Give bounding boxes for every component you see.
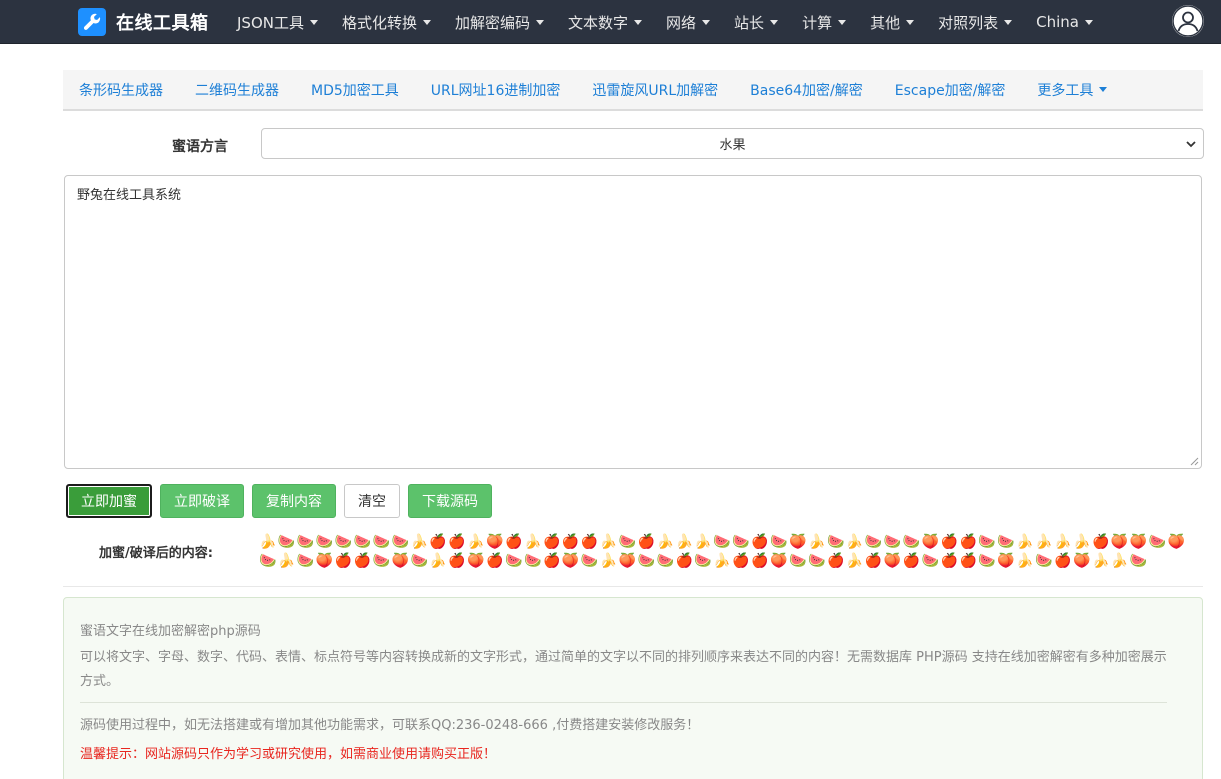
brand[interactable]: 在线工具箱	[78, 7, 209, 37]
nav-reference-list[interactable]: 对照列表	[926, 0, 1024, 44]
result-content: 🍌🍉🍉🍉🍉🍉🍉🍉🍌🍎🍎🍌🍑🍎🍌🍎🍎🍎🍌🍉🍎🍌🍌🍌🍉🍉🍎🍉🍑🍌🍉🍌🍉🍉🍉🍑🍎🍎🍉🍉…	[259, 534, 1187, 569]
nav-label: JSON工具	[237, 13, 304, 32]
chevron-down-icon	[1186, 141, 1196, 148]
decrypt-button[interactable]: 立即破译	[160, 484, 244, 518]
nav-json-tools[interactable]: JSON工具	[225, 0, 330, 44]
dialect-label: 蜜语方言	[172, 139, 228, 155]
encrypt-button[interactable]: 立即加蜜	[66, 484, 152, 518]
user-avatar-icon[interactable]	[1172, 5, 1204, 37]
nav-label: 其他	[870, 13, 901, 32]
caret-down-icon	[634, 19, 643, 25]
nav-language-china[interactable]: China	[1024, 0, 1105, 44]
subnav-qrcode-generator[interactable]: 二维码生成器	[179, 69, 295, 110]
info-divider	[80, 702, 1167, 703]
copy-button[interactable]: 复制内容	[252, 484, 336, 518]
caret-down-icon	[770, 19, 779, 25]
nav-calculate[interactable]: 计算	[790, 0, 858, 44]
info-title: 蜜语文字在线加密解密php源码	[80, 624, 261, 639]
dialect-selected-value: 水果	[719, 138, 746, 153]
input-text: 野兔在线工具系统	[77, 188, 182, 203]
divider	[63, 586, 1203, 587]
caret-down-icon	[536, 19, 545, 25]
main-nav: JSON工具 格式化转换 加解密编码 文本数字 网络 站长 计算 其他 对照列表…	[225, 0, 1105, 44]
dialect-select[interactable]: 水果	[261, 128, 1204, 159]
brand-title: 在线工具箱	[116, 13, 209, 34]
subnav-thunder-url[interactable]: 迅雷旋风URL加解密	[576, 69, 734, 110]
subnav-url-hex-encrypt[interactable]: URL网址16进制加密	[415, 69, 577, 110]
caret-down-icon	[1004, 19, 1013, 25]
subnav-more-tools[interactable]: 更多工具	[1021, 69, 1123, 110]
nav-label: 计算	[802, 13, 833, 32]
nav-label: 网络	[666, 13, 697, 32]
nav-network[interactable]: 网络	[654, 0, 722, 44]
action-buttons: 立即加蜜 立即破译 复制内容 清空 下载源码	[66, 484, 500, 518]
nav-text-number[interactable]: 文本数字	[556, 0, 654, 44]
nav-other[interactable]: 其他	[858, 0, 926, 44]
caret-down-icon	[702, 19, 711, 25]
info-panel: 蜜语文字在线加密解密php源码 可以将文字、字母、数字、代码、表情、标点符号等内…	[63, 597, 1203, 779]
download-source-button[interactable]: 下载源码	[408, 484, 492, 518]
nav-label: 加解密编码	[455, 13, 531, 32]
nav-label: China	[1036, 13, 1079, 31]
nav-label: 站长	[734, 13, 765, 32]
caret-down-icon	[838, 19, 847, 25]
subnav-barcode-generator[interactable]: 条形码生成器	[63, 69, 179, 110]
nav-label: 文本数字	[568, 13, 629, 32]
nav-encrypt-encode[interactable]: 加解密编码	[443, 0, 556, 44]
subnav-base64[interactable]: Base64加密/解密	[734, 69, 879, 110]
info-warning: 温馨提示：网站源码只作为学习或研究使用，如需商业使用请购买正版！	[80, 747, 497, 762]
nav-label: 格式化转换	[341, 13, 417, 32]
nav-format-convert[interactable]: 格式化转换	[330, 0, 443, 44]
result-label: 加蜜/破译后的内容:	[99, 546, 213, 561]
tool-subnav: 条形码生成器 二维码生成器 MD5加密工具 URL网址16进制加密 迅雷旋风UR…	[63, 70, 1203, 111]
resize-grip-icon[interactable]	[1189, 456, 1199, 466]
caret-down-icon	[309, 19, 318, 25]
info-description: 可以将文字、字母、数字、代码、表情、标点符号等内容转换成新的文字形式，通过简单的…	[80, 650, 1167, 689]
input-textarea[interactable]: 野兔在线工具系统	[64, 175, 1202, 469]
wrench-icon	[78, 8, 106, 36]
caret-down-icon	[906, 19, 915, 25]
nav-webmaster[interactable]: 站长	[722, 0, 790, 44]
clear-button[interactable]: 清空	[344, 484, 400, 518]
nav-label: 对照列表	[938, 13, 999, 32]
top-navbar: 在线工具箱 JSON工具 格式化转换 加解密编码 文本数字 网络 站长 计算 其…	[0, 0, 1221, 44]
caret-down-icon	[1099, 87, 1108, 92]
subnav-md5-tool[interactable]: MD5加密工具	[295, 69, 415, 110]
subnav-escape[interactable]: Escape加密/解密	[879, 69, 1022, 110]
more-tools-label: 更多工具	[1037, 82, 1094, 99]
info-contact: 源码使用过程中，如无法搭建或有增加其他功能需求，可联系QQ:236-0248-6…	[80, 718, 700, 733]
caret-down-icon	[1084, 19, 1093, 25]
caret-down-icon	[423, 19, 431, 25]
